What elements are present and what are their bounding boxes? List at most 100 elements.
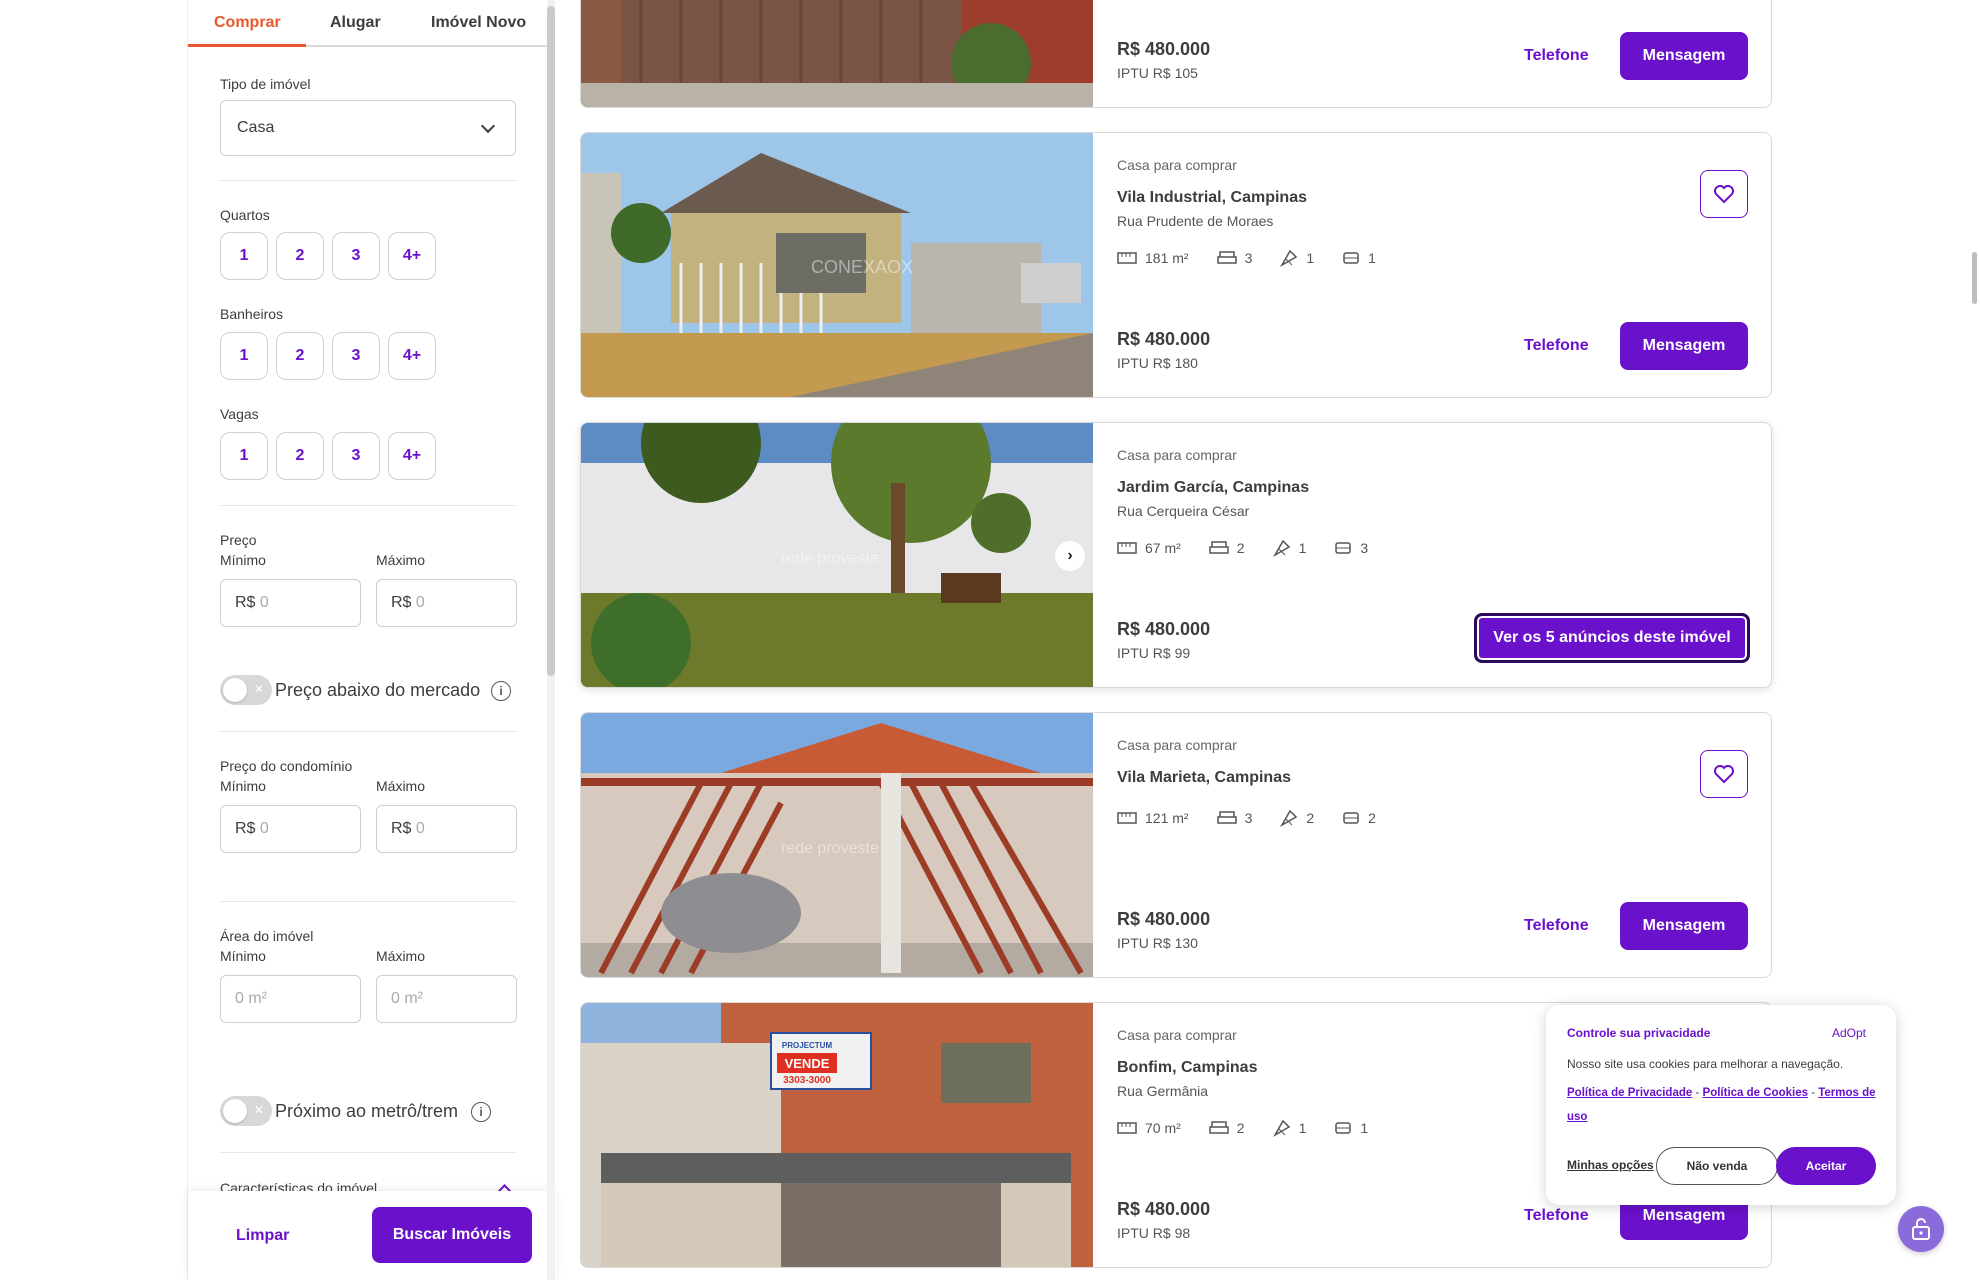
parking-option-4plus[interactable]: 4+ [388, 432, 436, 480]
currency-prefix: R$ [391, 820, 412, 837]
search-button[interactable]: Buscar Imóveis [372, 1207, 532, 1263]
price-min-label: Mínimo [220, 552, 266, 568]
near-metro-label: Próximo ao metrô/trem [275, 1101, 459, 1121]
photo-watermark: rede proveste [781, 550, 879, 567]
toggle-off-icon: ✕ [253, 682, 264, 696]
bedrooms-option-3[interactable]: 3 [332, 232, 380, 280]
my-options-link[interactable]: Minhas opções [1567, 1158, 1654, 1172]
listing-neighborhood[interactable]: Jardim García, Campinas [1117, 479, 1309, 497]
listing-features: 70 m² 2 1 1 [1117, 1119, 1368, 1137]
listing-photo[interactable]: rede proveste [581, 713, 1093, 978]
condo-min-label: Mínimo [220, 778, 266, 794]
parking-option-3[interactable]: 3 [332, 432, 380, 480]
bathrooms-option-4plus[interactable]: 4+ [388, 332, 436, 380]
listing-iptu: IPTU R$ 180 [1117, 355, 1198, 371]
heart-icon [1714, 185, 1734, 204]
tab-imovel-novo[interactable]: Imóvel Novo [431, 14, 526, 32]
toggle-knob [223, 1099, 247, 1123]
parking-option-1[interactable]: 1 [220, 432, 268, 480]
phone-button[interactable]: Telefone [1524, 47, 1589, 65]
area-icon [1117, 252, 1137, 264]
do-not-sell-button[interactable]: Não venda [1656, 1147, 1778, 1185]
area-max-input[interactable]: 0 m² [376, 975, 517, 1023]
cookie-brand[interactable]: AdOpt [1832, 1026, 1866, 1040]
listing-neighborhood[interactable]: Bonfim, Campinas [1117, 1059, 1257, 1077]
privacy-policy-link[interactable]: Política de Privacidade [1567, 1087, 1692, 1099]
listing-street: Rua Prudente de Moraes [1117, 213, 1274, 229]
listing-card[interactable]: CONEXAOX Casa para comprar Vila Industri… [580, 132, 1772, 398]
favorite-button[interactable] [1700, 170, 1748, 218]
below-market-label: Preço abaixo do mercado [275, 680, 481, 700]
sidebar-scrollbar-thumb[interactable] [547, 6, 555, 676]
listing-card[interactable]: R$ 480.000 IPTU R$ 105 Telefone Mensagem [580, 0, 1772, 108]
listing-card[interactable]: rede proveste › Casa para comprar Jardim… [580, 422, 1772, 688]
search-mode-tabs: Comprar Alugar Imóvel Novo [188, 0, 548, 47]
near-metro-toggle[interactable]: ✕ [220, 1096, 272, 1126]
condo-min-input[interactable]: R$ 0 [220, 805, 361, 853]
currency-prefix: R$ [235, 594, 256, 611]
bedrooms-feature: 3 [1216, 810, 1252, 826]
bedrooms-option-4plus[interactable]: 4+ [388, 232, 436, 280]
bedrooms-option-2[interactable]: 2 [276, 232, 324, 280]
listing-neighborhood[interactable]: Vila Industrial, Campinas [1117, 189, 1307, 207]
listing-photo[interactable]: CONEXAOX [581, 133, 1093, 398]
link-separator: - [1811, 1087, 1816, 1099]
bathrooms-option-3[interactable]: 3 [332, 332, 380, 380]
listing-iptu: IPTU R$ 130 [1117, 935, 1198, 951]
listing-photo[interactable]: rede proveste [581, 423, 1093, 688]
privacy-settings-button[interactable] [1898, 1206, 1944, 1252]
area-feature: 70 m² [1117, 1120, 1181, 1136]
tab-alugar[interactable]: Alugar [330, 14, 381, 32]
bedrooms-feature: 3 [1216, 250, 1252, 266]
phone-button[interactable]: Telefone [1524, 917, 1589, 935]
parking-value: 2 [1368, 810, 1376, 826]
page-scrollbar-thumb[interactable] [1972, 252, 1977, 304]
car-icon [1343, 252, 1359, 264]
next-photo-button[interactable]: › [1055, 541, 1085, 571]
listing-iptu: IPTU R$ 98 [1117, 1225, 1191, 1241]
area-icon [1117, 542, 1137, 554]
currency-prefix: R$ [235, 820, 256, 837]
message-button[interactable]: Mensagem [1620, 902, 1748, 950]
condo-min-placeholder: 0 [259, 820, 269, 837]
cookie-policy-link[interactable]: Política de Cookies [1703, 1087, 1808, 1099]
see-all-ads-button[interactable]: Ver os 5 anúncios deste imóvel [1474, 613, 1750, 663]
sign-text: VENDE [785, 1056, 830, 1071]
shower-icon [1280, 249, 1298, 267]
below-market-toggle[interactable]: ✕ [220, 675, 272, 705]
listing-photo[interactable] [581, 0, 1093, 108]
tab-comprar[interactable]: Comprar [214, 14, 281, 32]
listing-price: R$ 480.000 [1117, 1199, 1211, 1219]
lock-icon [1912, 1218, 1930, 1240]
condo-max-input[interactable]: R$ 0 [376, 805, 517, 853]
bathrooms-value: 1 [1306, 250, 1315, 266]
cookie-consent-panel: Controle sua privacidade AdOpt Nosso sit… [1546, 1005, 1896, 1205]
message-button[interactable]: Mensagem [1620, 322, 1748, 370]
bathrooms-option-2[interactable]: 2 [276, 332, 324, 380]
listing-photo[interactable]: PROJECTUM VENDE 3303-3000 [581, 1003, 1093, 1268]
divider [220, 901, 516, 902]
message-button[interactable]: Mensagem [1620, 32, 1748, 80]
phone-button[interactable]: Telefone [1524, 337, 1589, 355]
price-max-placeholder: 0 [415, 594, 425, 611]
info-icon[interactable]: i [471, 1102, 491, 1122]
info-icon[interactable]: i [491, 681, 511, 701]
listing-card[interactable]: rede proveste Casa para comprar Vila Mar… [580, 712, 1772, 978]
bathrooms-label: Banheiros [220, 306, 284, 322]
bedrooms-option-1[interactable]: 1 [220, 232, 268, 280]
price-min-input[interactable]: R$ 0 [220, 579, 361, 627]
property-type-select[interactable]: Casa [220, 100, 516, 156]
active-tab-indicator [188, 44, 306, 47]
area-min-input[interactable]: 0 m² [220, 975, 361, 1023]
listing-neighborhood[interactable]: Vila Marieta, Campinas [1117, 769, 1291, 787]
phone-button[interactable]: Telefone [1524, 1207, 1589, 1225]
clear-filters-button[interactable]: Limpar [236, 1227, 289, 1245]
price-max-input[interactable]: R$ 0 [376, 579, 517, 627]
parking-option-2[interactable]: 2 [276, 432, 324, 480]
listing-features: 121 m² 3 2 2 [1117, 809, 1376, 827]
favorite-button[interactable] [1700, 750, 1748, 798]
accept-cookies-button[interactable]: Aceitar [1776, 1147, 1876, 1185]
bathrooms-option-1[interactable]: 1 [220, 332, 268, 380]
bedrooms-feature: 2 [1209, 540, 1245, 556]
toggle-off-icon: ✕ [253, 1103, 264, 1117]
